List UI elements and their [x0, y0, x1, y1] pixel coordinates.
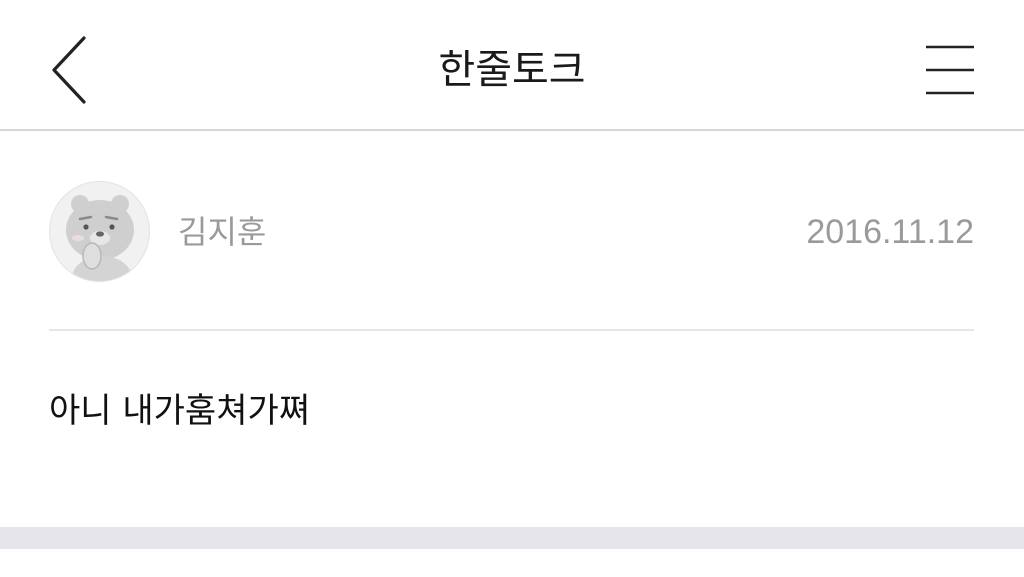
page-title: 한줄토크 [438, 47, 586, 93]
avatar[interactable] [49, 181, 150, 282]
chevron-left-icon [52, 36, 86, 104]
back-button[interactable] [40, 34, 100, 110]
menu-button[interactable] [918, 40, 982, 102]
bear-avatar-icon [66, 195, 134, 281]
top-navigation-bar: 한줄토크 [0, 0, 1024, 131]
screen: 한줄토크 김지훈 2016.11.12 아니 내가훔쳐가쪄 [0, 0, 1024, 577]
hamburger-menu-icon [926, 45, 974, 95]
post-message: 아니 내가훔쳐가쪄 [49, 391, 311, 431]
divider [49, 329, 974, 331]
author-name: 김지훈 [178, 213, 267, 251]
post-header: 김지훈 2016.11.12 [0, 132, 1024, 330]
post-date: 2016.11.12 [806, 213, 974, 251]
section-separator [0, 527, 1024, 549]
